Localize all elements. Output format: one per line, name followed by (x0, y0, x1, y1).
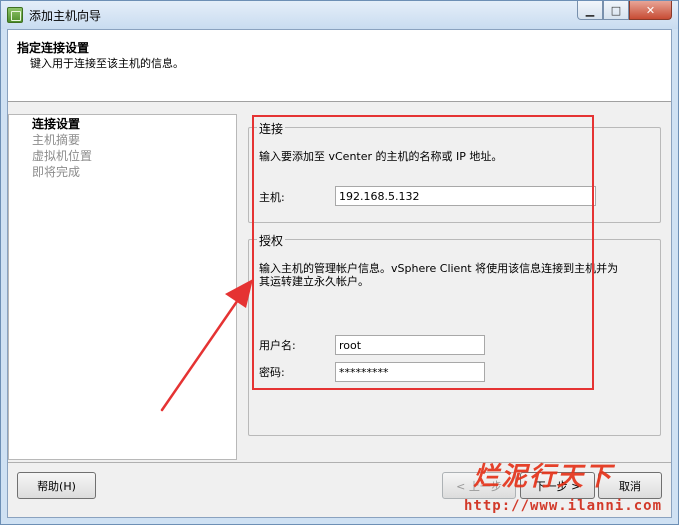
nav-step-ready[interactable]: 即将完成 (32, 165, 80, 180)
authorization-description-line2: 其运转建立永久帐户。 (259, 275, 369, 288)
host-label: 主机: (259, 191, 285, 204)
help-button[interactable]: 帮助(H) (17, 472, 96, 499)
username-label: 用户名: (259, 339, 296, 352)
vsphere-app-icon (7, 7, 23, 23)
close-icon: ✕ (645, 3, 656, 17)
page-subtitle: 键入用于连接至该主机的信息。 (30, 57, 184, 70)
wizard-client-area: 指定连接设置 键入用于连接至该主机的信息。 连接设置 主机摘要 虚拟机位置 即将… (7, 29, 672, 518)
wizard-header: 指定连接设置 键入用于连接至该主机的信息。 (8, 30, 671, 102)
page-title: 指定连接设置 (17, 41, 90, 55)
connection-group: 连接 输入要添加至 vCenter 的主机的名称或 IP 地址。 主机: (248, 120, 661, 223)
close-button[interactable]: ✕ (629, 1, 672, 20)
wizard-steps-nav: 连接设置 主机摘要 虚拟机位置 即将完成 (8, 114, 237, 460)
nav-step-vm-location[interactable]: 虚拟机位置 (32, 149, 92, 164)
watermark-url: http://www.ilanni.com (464, 498, 663, 514)
connection-legend: 连接 (257, 120, 286, 137)
authorization-description-line1: 输入主机的管理帐户信息。vSphere Client 将使用该信息连接到主机并为 (259, 262, 619, 275)
wizard-content: 连接 输入要添加至 vCenter 的主机的名称或 IP 地址。 主机: 授权 … (248, 114, 661, 436)
connection-description: 输入要添加至 vCenter 的主机的名称或 IP 地址。 (259, 150, 503, 163)
watermark-logo: 烂泥行天下 (473, 462, 614, 492)
maximize-button[interactable]: □ (603, 1, 629, 20)
authorization-group: 授权 输入主机的管理帐户信息。vSphere Client 将使用该信息连接到主… (248, 232, 661, 436)
password-label: 密码: (259, 366, 285, 379)
authorization-legend: 授权 (257, 232, 286, 249)
nav-step-host-summary[interactable]: 主机摘要 (32, 133, 80, 148)
maximize-icon: □ (610, 3, 622, 17)
host-input[interactable] (335, 186, 596, 206)
window-title: 添加主机向导 (29, 9, 102, 23)
password-input[interactable] (335, 362, 485, 382)
window-controls: ▁ □ ✕ (577, 1, 672, 21)
minimize-icon: ▁ (585, 3, 595, 17)
nav-step-connection[interactable]: 连接设置 (32, 117, 80, 132)
username-input[interactable] (335, 335, 485, 355)
wizard-window: 添加主机向导 ▁ □ ✕ 指定连接设置 键入用于连接至该主机的信息。 连接设置 … (0, 0, 679, 525)
minimize-button[interactable]: ▁ (577, 1, 603, 20)
title-bar[interactable]: 添加主机向导 ▁ □ ✕ (1, 1, 678, 29)
